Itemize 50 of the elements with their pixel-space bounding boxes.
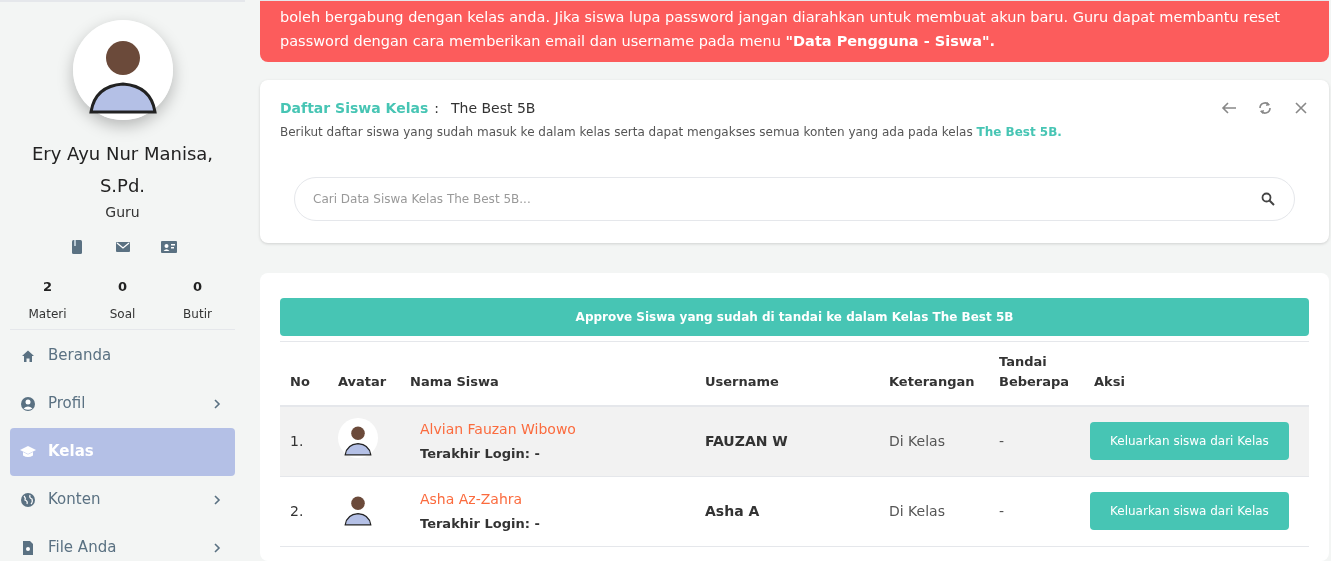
stat-value: 2 (42, 278, 52, 296)
column-header: Tandai Beberapa (989, 341, 1084, 406)
mail-icon[interactable] (114, 239, 131, 255)
title-separator: : (434, 99, 439, 118)
user-icon (20, 395, 36, 412)
file-icon (20, 539, 36, 556)
stat-value: 0 (192, 278, 202, 296)
status-cell: Di Kelas (879, 476, 989, 546)
table-row[interactable]: 1. Alvian Fauzan Wibowo Terakhir Login: - FAUZAN W Di Kelas - Keluarkan siswa dari Kelas (280, 406, 1309, 476)
card-title: Daftar Siswa Kelas (280, 99, 429, 118)
alert-message: boleh bergabung dengan kelas anda. Jika siswa lupa password jangan diarahkan untuk membuat akun baru. Guru dapat membantu reset password dengan cara memberikan email dan username pada menu "Data Pengguna - Siswa". (260, 0, 1329, 62)
mark-cell: - (989, 406, 1084, 476)
description-class-name: The Best 5B. (976, 125, 1062, 139)
stat-label: Soal (109, 305, 136, 323)
search-icon[interactable] (1261, 192, 1275, 206)
stat-label: Butir (183, 305, 212, 323)
class-name: The Best 5B (450, 99, 536, 118)
search-field[interactable]: Cari Data Siswa Kelas The Best 5B... (294, 177, 1295, 221)
last-login: Terakhir Login: - (420, 514, 541, 533)
contact-card-icon[interactable] (160, 239, 177, 255)
profile-name: Ery Ayu Nur Manisa, S.Pd. (30, 142, 215, 198)
school-icon (20, 443, 36, 460)
sidebar-item[interactable]: Beranda (10, 331, 235, 380)
avatar-icon (338, 417, 378, 458)
column-header: Avatar (328, 341, 400, 406)
stat-label: Materi (28, 305, 67, 323)
close-icon[interactable] (1293, 100, 1309, 116)
back-arrow-icon[interactable] (1221, 100, 1237, 116)
refresh-icon[interactable] (1257, 100, 1273, 116)
globe-icon (20, 491, 36, 508)
status-cell: Di Kelas (879, 406, 989, 476)
column-header: Nama Siswa (400, 341, 695, 406)
student-name[interactable]: Alvian Fauzan Wibowo (420, 419, 685, 440)
profile-role: Guru (104, 203, 141, 222)
card-description: Berikut daftar siswa yang sudah masuk ke dalam kelas serta dapat mengakses semua konten yang ada pada kelas (280, 125, 973, 139)
mark-cell: - (989, 476, 1084, 546)
row-number: 2. (280, 476, 328, 546)
sidebar-item[interactable]: Profil (10, 379, 235, 428)
last-login: Terakhir Login: - (420, 445, 541, 463)
username-cell: FAUZAN W (695, 406, 879, 476)
sidebar-item[interactable]: Konten (10, 475, 235, 524)
student-name[interactable]: Asha Az-Zahra (420, 488, 685, 510)
sidebar-item[interactable]: File Anda (10, 523, 235, 561)
column-header: Keterangan (879, 341, 989, 406)
username-cell: Asha A (695, 476, 879, 546)
column-header: Aksi (1084, 341, 1309, 406)
stat-value: 0 (117, 278, 127, 296)
row-number: 1. (280, 406, 328, 476)
column-header: No (280, 341, 328, 406)
column-header: Username (695, 341, 879, 406)
